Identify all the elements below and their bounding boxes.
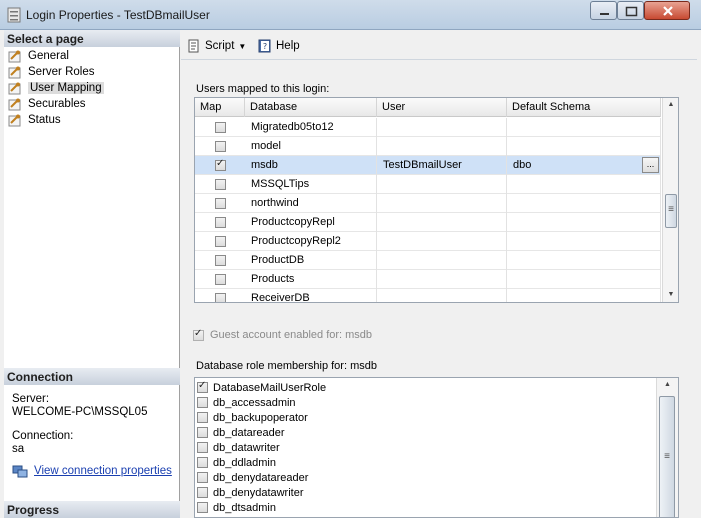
guest-account-label: Guest account enabled for: msdb: [210, 329, 373, 341]
list-item[interactable]: db_dtsadmin: [197, 500, 276, 515]
wrench-page-icon: [8, 98, 22, 111]
map-checkbox[interactable]: [215, 122, 226, 133]
script-button[interactable]: Script ▼: [186, 38, 246, 54]
server-label: Server:: [12, 393, 50, 405]
title-bar: Login Properties - TestDBmailUser: [0, 0, 701, 30]
page-item-status[interactable]: Status: [8, 112, 61, 128]
map-checkbox[interactable]: [215, 274, 226, 285]
list-item[interactable]: DatabaseMailUserRole: [197, 380, 326, 395]
table-row[interactable]: ProductcopyRepl2: [195, 232, 661, 251]
role-checkbox[interactable]: [197, 472, 208, 483]
list-item[interactable]: db_ddladmin: [197, 455, 276, 470]
table-row-selected[interactable]: msdb TestDBmailUser dbo ...: [195, 156, 661, 175]
role-checkbox[interactable]: [197, 457, 208, 468]
help-book-icon: ?: [257, 38, 273, 54]
database-login-icon: [7, 7, 21, 23]
role-checkbox[interactable]: [197, 502, 208, 513]
help-button[interactable]: ? Help: [257, 38, 300, 54]
view-connection-properties-link[interactable]: View connection properties: [12, 464, 172, 478]
scroll-up-icon[interactable]: ▲: [657, 378, 678, 392]
map-checkbox[interactable]: [215, 158, 226, 171]
scroll-down-icon[interactable]: ▼: [663, 288, 678, 302]
column-header-map[interactable]: Map: [195, 98, 245, 117]
connection-value: sa: [12, 443, 25, 455]
role-checkbox[interactable]: [197, 442, 208, 453]
table-row[interactable]: ReceiverDB: [195, 289, 661, 302]
page-item-server-roles[interactable]: Server Roles: [8, 64, 94, 80]
scroll-thumb[interactable]: [659, 396, 675, 517]
column-header-user[interactable]: User: [377, 98, 507, 117]
users-mapped-grid[interactable]: Map Database User Default Schema Migrate…: [194, 97, 679, 303]
maximize-button[interactable]: [617, 1, 644, 20]
chevron-down-icon: ▼: [238, 41, 247, 51]
close-icon: [663, 6, 673, 16]
guest-account-checkbox-row: Guest account enabled for: msdb: [193, 328, 373, 341]
wrench-page-icon: [8, 66, 22, 79]
select-page-header: Select a page: [4, 30, 180, 47]
list-item[interactable]: db_accessadmin: [197, 395, 296, 410]
role-membership-list[interactable]: DatabaseMailUserRole db_accessadmin db_b…: [194, 377, 679, 518]
window-title: Login Properties - TestDBmailUser: [26, 8, 210, 22]
wrench-page-icon: [8, 82, 22, 95]
column-header-database[interactable]: Database: [245, 98, 377, 117]
scroll-up-icon[interactable]: ▲: [663, 98, 678, 112]
list-item[interactable]: db_datawriter: [197, 440, 280, 455]
wrench-page-icon: [8, 114, 22, 127]
map-checkbox[interactable]: [215, 141, 226, 152]
map-checkbox[interactable]: [215, 255, 226, 266]
table-row[interactable]: Products: [195, 270, 661, 289]
server-value: WELCOME-PC\MSSQL05: [12, 406, 148, 418]
map-checkbox[interactable]: [215, 293, 226, 302]
page-item-user-mapping[interactable]: User Mapping: [8, 80, 104, 96]
connection-header: Connection: [4, 368, 180, 385]
table-row[interactable]: model: [195, 137, 661, 156]
list-item[interactable]: db_denydatawriter: [197, 485, 304, 500]
table-row[interactable]: ProductcopyRepl: [195, 213, 661, 232]
scroll-thumb[interactable]: [665, 194, 677, 228]
column-header-default-schema[interactable]: Default Schema: [507, 98, 661, 117]
map-checkbox[interactable]: [215, 179, 226, 190]
minimize-button[interactable]: [590, 1, 617, 20]
script-icon: [186, 38, 202, 54]
guest-account-checkbox: [193, 328, 204, 341]
role-list-scrollbar[interactable]: ▲: [656, 378, 678, 517]
page-item-general[interactable]: General: [8, 48, 69, 64]
svg-text:?: ?: [263, 42, 267, 51]
wrench-page-icon: [8, 50, 22, 63]
default-schema-browse-button[interactable]: ...: [642, 157, 659, 173]
role-membership-label: Database role membership for: msdb: [196, 360, 377, 372]
users-mapped-label: Users mapped to this login:: [196, 83, 330, 95]
grid-header: Map Database User Default Schema: [195, 98, 661, 117]
progress-header: Progress: [4, 501, 180, 518]
connection-properties-icon: [12, 464, 28, 478]
map-checkbox[interactable]: [215, 236, 226, 247]
role-checkbox[interactable]: [197, 427, 208, 438]
table-row[interactable]: ProductDB: [195, 251, 661, 270]
list-item[interactable]: db_backupoperator: [197, 410, 308, 425]
role-checkbox[interactable]: [197, 487, 208, 498]
role-checkbox[interactable]: [197, 412, 208, 423]
list-item[interactable]: db_datareader: [197, 425, 285, 440]
table-row[interactable]: northwind: [195, 194, 661, 213]
role-checkbox[interactable]: [197, 397, 208, 408]
map-checkbox[interactable]: [215, 217, 226, 228]
toolbar: Script ▼ ? Help: [181, 32, 697, 60]
map-checkbox[interactable]: [215, 198, 226, 209]
list-item[interactable]: db_denydatareader: [197, 470, 308, 485]
page-item-securables[interactable]: Securables: [8, 96, 86, 112]
close-button[interactable]: [644, 1, 690, 20]
users-grid-scrollbar[interactable]: ▲ ▼: [662, 98, 678, 302]
connection-label: Connection:: [12, 430, 74, 442]
role-checkbox[interactable]: [197, 380, 208, 393]
table-row[interactable]: MSSQLTips: [195, 175, 661, 194]
table-row[interactable]: Migratedb05to12: [195, 118, 661, 137]
left-pane: Select a page General Server Roles User …: [4, 30, 180, 518]
